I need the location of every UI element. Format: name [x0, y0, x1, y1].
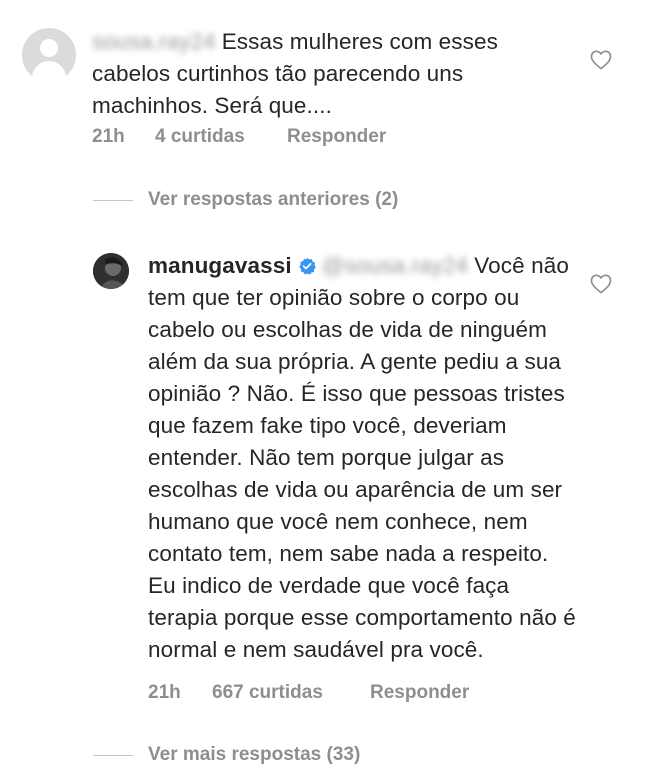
heart-outline-icon[interactable]: [590, 50, 612, 70]
view-previous-replies-button[interactable]: Ver respostas anteriores (2): [148, 189, 398, 211]
view-more-replies-button[interactable]: Ver mais respostas (33): [148, 744, 360, 766]
avatar[interactable]: [22, 28, 76, 82]
like-count[interactable]: 667 curtidas: [212, 682, 323, 704]
like-count[interactable]: 4 curtidas: [155, 126, 245, 148]
comment-time: 21h: [92, 126, 125, 147]
reply-button[interactable]: Responder: [287, 126, 386, 148]
thread-divider: [93, 755, 133, 756]
comment-username[interactable]: sousa.ray24: [92, 26, 216, 58]
verified-badge-icon: [298, 257, 316, 275]
avatar[interactable]: [93, 253, 129, 289]
reply-button[interactable]: Responder: [370, 682, 469, 704]
comment-username[interactable]: manugavassi: [148, 253, 292, 278]
heart-outline-icon[interactable]: [590, 274, 612, 294]
default-avatar-icon: [40, 39, 58, 57]
comment: manugavassi @sousa.ray24 Você não tem que…: [148, 250, 580, 666]
comment-time: 21h: [148, 682, 181, 703]
profile-photo-icon: [93, 253, 129, 289]
comment-text: Você não tem que ter opinião sobre o cor…: [148, 253, 576, 662]
thread-divider: [93, 200, 133, 201]
comment: sousa.ray24 Essas mulheres com esses cabe…: [92, 26, 562, 122]
mention-link[interactable]: @sousa.ray24: [322, 250, 469, 282]
